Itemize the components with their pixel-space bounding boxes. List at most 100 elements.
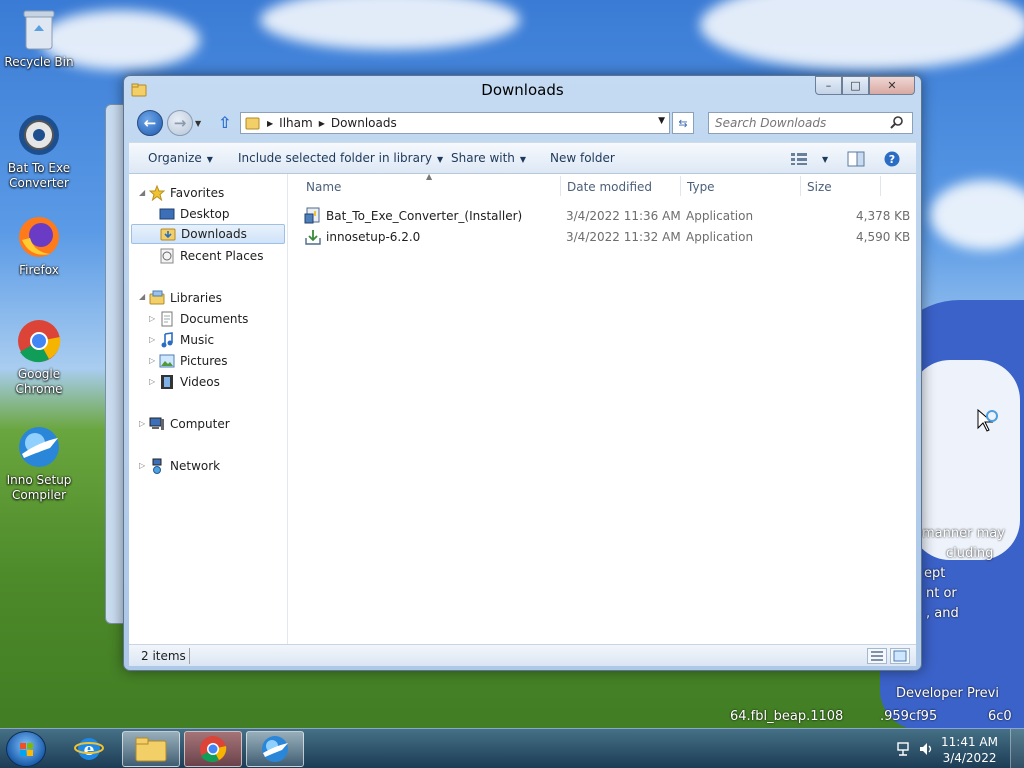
clock[interactable]: 11:41 AM 3/4/2022 bbox=[941, 734, 998, 766]
nav-documents[interactable]: Documents bbox=[159, 309, 248, 329]
column-divider[interactable] bbox=[880, 176, 881, 196]
maximize-button[interactable]: □ bbox=[842, 76, 869, 95]
title-bar[interactable]: Downloads – □ ✕ bbox=[124, 76, 921, 106]
clock-date: 3/4/2022 bbox=[942, 751, 997, 765]
share-with-button[interactable]: Share with ▼ bbox=[451, 151, 526, 165]
new-folder-label: New folder bbox=[550, 151, 615, 165]
desktop-icon-bat-to-exe[interactable]: Bat To Exe Converter bbox=[1, 112, 77, 191]
collapsed-triangle-icon[interactable]: ▷ bbox=[139, 419, 145, 428]
nav-favorites[interactable]: Favorites bbox=[149, 183, 224, 203]
desktop-icon-recycle-bin[interactable]: Recycle Bin bbox=[1, 6, 77, 70]
taskbar-inno-setup[interactable] bbox=[246, 731, 304, 767]
status-divider bbox=[189, 648, 190, 664]
recycle-bin-icon bbox=[16, 6, 62, 52]
nav-label: Downloads bbox=[181, 227, 247, 241]
details-view-icon bbox=[871, 651, 883, 661]
network-icon[interactable] bbox=[896, 741, 912, 757]
nav-label: Network bbox=[170, 459, 221, 473]
breadcrumb-ilham[interactable]: Ilham bbox=[279, 116, 313, 130]
chevron-right-icon[interactable]: ▶ bbox=[267, 119, 273, 128]
desktop-icon-label: Bat To Exe Converter bbox=[7, 161, 71, 190]
view-options-dropdown[interactable]: ▼ bbox=[817, 151, 828, 165]
breadcrumb-downloads[interactable]: Downloads bbox=[331, 116, 397, 130]
search-input[interactable] bbox=[708, 112, 913, 134]
windows-logo-icon bbox=[20, 743, 33, 756]
address-bar[interactable]: ▶ Ilham ▶ Downloads ▼ bbox=[240, 112, 670, 134]
column-divider[interactable] bbox=[800, 176, 801, 196]
nav-label: Favorites bbox=[170, 186, 225, 200]
up-arrow-icon[interactable]: ⇧ bbox=[218, 113, 231, 132]
collapsed-triangle-icon[interactable]: ▷ bbox=[149, 335, 155, 344]
installer-icon bbox=[304, 207, 320, 224]
nav-computer[interactable]: Computer bbox=[149, 414, 230, 434]
details-view-button[interactable] bbox=[867, 648, 887, 664]
nav-pictures[interactable]: Pictures bbox=[159, 351, 228, 371]
close-button[interactable]: ✕ bbox=[869, 76, 915, 95]
navigation-pane: ◢ Favorites Desktop Downloads Recent Pla… bbox=[129, 174, 288, 644]
taskbar-chrome[interactable] bbox=[184, 731, 242, 767]
column-divider[interactable] bbox=[560, 176, 561, 196]
watermark-text: 6c0 bbox=[988, 709, 1012, 724]
desktop-icon bbox=[159, 208, 175, 220]
desktop-icon-firefox[interactable]: Firefox bbox=[1, 214, 77, 278]
file-size: 4,590 KB bbox=[856, 230, 911, 244]
chevron-down-icon[interactable]: ▼ bbox=[658, 116, 665, 126]
gear-icon bbox=[16, 112, 62, 158]
cloud bbox=[930, 180, 1024, 250]
explorer-window: Downloads – □ ✕ ← → ▼ ⇧ ▶ Ilham ▶ Downlo… bbox=[123, 75, 922, 671]
taskbar-internet-explorer[interactable]: e bbox=[60, 731, 118, 767]
collapsed-triangle-icon[interactable]: ▷ bbox=[149, 314, 155, 323]
start-button[interactable] bbox=[6, 731, 46, 767]
include-label: Include selected folder in library bbox=[238, 151, 432, 165]
expand-triangle-icon[interactable]: ◢ bbox=[139, 188, 145, 197]
file-list: ▲ Name Date modified Type Size Bat_To_Ex… bbox=[288, 172, 916, 644]
organize-button[interactable]: Organize ▼ bbox=[148, 151, 213, 165]
refresh-button[interactable]: ⇆ bbox=[672, 112, 694, 134]
downloads-folder-icon bbox=[160, 228, 176, 241]
search-icon[interactable] bbox=[890, 115, 904, 129]
nav-libraries[interactable]: Libraries bbox=[149, 288, 222, 308]
setup-package-icon bbox=[305, 230, 321, 245]
recent-pages-dropdown[interactable]: ▼ bbox=[195, 119, 201, 128]
watermark-text: , and bbox=[926, 606, 959, 621]
cloud bbox=[260, 0, 520, 50]
expand-triangle-icon[interactable]: ◢ bbox=[139, 292, 145, 301]
nav-videos[interactable]: Videos bbox=[159, 372, 220, 392]
file-name: Bat_To_Exe_Converter_(Installer) bbox=[326, 209, 523, 223]
file-row[interactable]: innosetup-6.2.0 3/4/2022 11:32 AM Applic… bbox=[304, 227, 910, 247]
desktop-icon-inno-setup[interactable]: Inno Setup Compiler bbox=[1, 424, 77, 503]
back-button[interactable]: ← bbox=[137, 110, 163, 136]
collapsed-triangle-icon[interactable]: ▷ bbox=[139, 461, 145, 470]
collapsed-triangle-icon[interactable]: ▷ bbox=[149, 356, 155, 365]
column-header-type[interactable]: Type bbox=[687, 174, 715, 198]
column-divider[interactable] bbox=[680, 176, 681, 196]
show-desktop-button[interactable] bbox=[1010, 729, 1024, 768]
help-icon[interactable]: ? bbox=[884, 151, 900, 167]
desktop-icon-label: Inno Setup Compiler bbox=[6, 473, 72, 502]
new-folder-button[interactable]: New folder bbox=[550, 151, 615, 165]
cursor-icon bbox=[977, 408, 998, 432]
nav-desktop[interactable]: Desktop bbox=[159, 204, 283, 224]
view-options-icon[interactable] bbox=[791, 153, 807, 165]
network-icon bbox=[152, 458, 162, 474]
recent-places-icon bbox=[160, 248, 174, 264]
forward-button[interactable]: → bbox=[167, 110, 193, 136]
large-icons-view-button[interactable] bbox=[890, 648, 910, 664]
file-row[interactable]: Bat_To_Exe_Converter_(Installer) 3/4/202… bbox=[304, 206, 910, 226]
nav-music[interactable]: Music bbox=[159, 330, 214, 350]
include-in-library-button[interactable]: Include selected folder in library ▼ bbox=[238, 151, 443, 165]
column-header-size[interactable]: Size bbox=[807, 174, 832, 198]
nav-downloads[interactable]: Downloads bbox=[131, 224, 285, 244]
column-header-name[interactable]: Name bbox=[306, 174, 341, 198]
nav-network[interactable]: Network bbox=[149, 456, 220, 476]
chevron-right-icon[interactable]: ▶ bbox=[319, 119, 325, 128]
collapsed-triangle-icon[interactable]: ▷ bbox=[149, 377, 155, 386]
nav-recent-places[interactable]: Recent Places bbox=[159, 246, 263, 266]
minimize-button[interactable]: – bbox=[815, 76, 842, 95]
preview-pane-icon[interactable] bbox=[847, 151, 865, 167]
desktop-icon-chrome[interactable]: Google Chrome bbox=[1, 318, 77, 397]
nav-label: Pictures bbox=[180, 354, 228, 368]
taskbar-explorer[interactable] bbox=[122, 731, 180, 767]
volume-icon[interactable] bbox=[918, 741, 934, 757]
column-header-date[interactable]: Date modified bbox=[567, 174, 652, 198]
